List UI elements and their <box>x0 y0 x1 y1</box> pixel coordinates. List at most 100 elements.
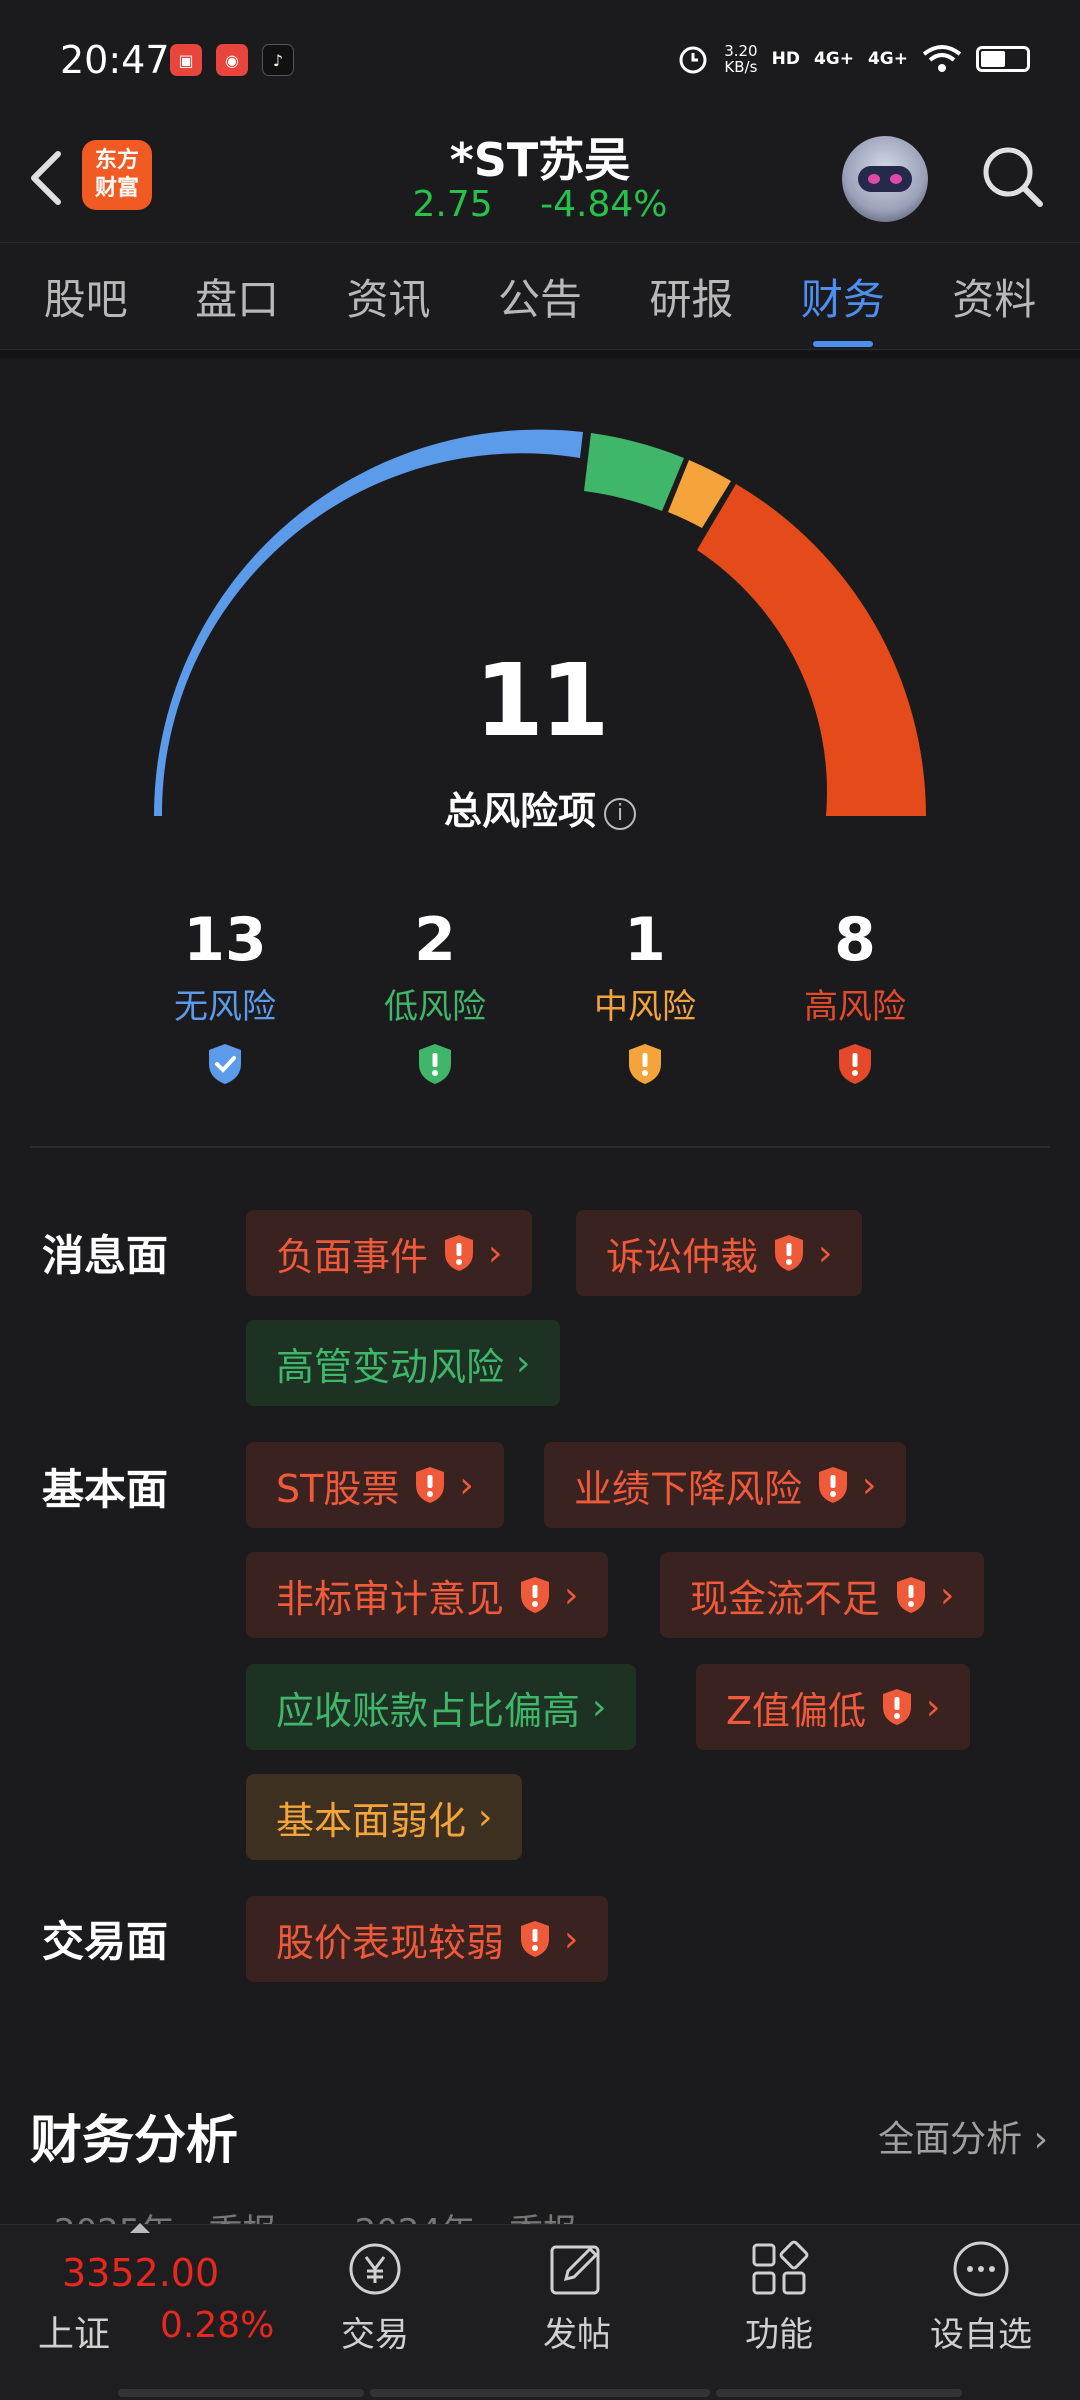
signal-icon-1: 4G+ <box>813 49 854 69</box>
tab-guba[interactable]: 股吧 <box>34 266 138 327</box>
total-risk-label: 总风险项 i <box>0 780 1080 835</box>
financial-analysis-title: 财务分析 <box>30 2111 239 2171</box>
chevron-right-icon: › <box>478 1796 493 1838</box>
category-fundamental-label: 基本面 <box>42 1465 169 1514</box>
warning-shield-icon <box>445 1235 474 1271</box>
risk-chip-litigation[interactable]: 诉讼仲裁 › <box>576 1210 863 1296</box>
nav-label: 交易 <box>341 2315 409 2355</box>
tiktok-icon: ♪ <box>262 44 294 76</box>
full-analysis-link-text: 全面分析 <box>878 2119 1023 2160</box>
stock-header: 东方 财富 *ST苏吴 2.75 -4.84% <box>0 120 1080 242</box>
music-app-icon: ◉ <box>216 44 248 76</box>
total-risk-count: 11 <box>474 642 609 759</box>
index-change[interactable]: 0.28% <box>160 2305 274 2346</box>
tab-pankou[interactable]: 盘口 <box>185 266 289 327</box>
risk-chip-receivables[interactable]: 应收账款占比偏高 › <box>246 1664 637 1750</box>
risk-chip-st-stock[interactable]: ST股票 › <box>246 1442 504 1528</box>
risk-chip-z-score[interactable]: Z值偏低 › <box>696 1664 971 1750</box>
chip-text: 非标审计意见 <box>276 1576 505 1621</box>
expand-up-icon[interactable] <box>130 2223 150 2233</box>
tab-bar: 股吧 盘口 资讯 公告 研报 财务 资料 <box>0 242 1080 350</box>
more-icon <box>953 2241 1009 2297</box>
risk-label-high: 高风险 <box>804 987 906 1027</box>
nav-add-watchlist[interactable]: 设自选 <box>906 2239 1056 2356</box>
chip-text: ST股票 <box>276 1466 400 1511</box>
trade-yen-icon <box>349 2243 401 2295</box>
risk-chip-earnings-decline[interactable]: 业绩下降风险 › <box>544 1442 907 1528</box>
warning-shield-icon <box>629 1044 661 1084</box>
section-divider <box>30 1146 1050 1148</box>
chip-text: 业绩下降风险 <box>574 1466 803 1511</box>
index-name[interactable]: 上证 <box>38 2305 110 2357</box>
net-speed-unit: KB/s <box>724 58 758 76</box>
risk-count-medium: 1 <box>624 905 666 975</box>
risk-chip-weak-price[interactable]: 股价表现较弱 › <box>246 1896 609 1982</box>
edit-icon <box>550 2245 600 2295</box>
chevron-right-icon: › <box>818 1232 833 1274</box>
full-analysis-link[interactable]: 全面分析 › <box>878 2110 1048 2162</box>
risk-count-none: 13 <box>183 905 267 975</box>
chip-text: 现金流不足 <box>690 1576 881 1621</box>
wifi-icon <box>922 45 962 72</box>
tab-announcements[interactable]: 公告 <box>488 266 592 327</box>
risk-label-none: 无风险 <box>174 987 276 1027</box>
chip-text: 应收账款占比偏高 <box>276 1688 581 1733</box>
warning-shield-icon <box>416 1467 445 1503</box>
chip-text: Z值偏低 <box>726 1688 867 1733</box>
chip-text: 高管变动风险 <box>276 1344 505 1389</box>
risk-level-medium[interactable]: 1 中风险 <box>540 905 750 1090</box>
net-speed: 3.20 KB/s <box>724 43 757 75</box>
search-icon[interactable] <box>978 142 1048 212</box>
warning-shield-icon <box>775 1235 804 1271</box>
risk-chip-negative-events[interactable]: 负面事件 › <box>246 1210 533 1296</box>
nav-trade[interactable]: 交易 <box>300 2239 450 2356</box>
risk-count-high: 8 <box>834 905 876 975</box>
chevron-right-icon: › <box>592 1686 607 1728</box>
bottom-bar: 3352.00 上证 0.28% 交易 发帖 功能 设自选 <box>0 2223 1080 2400</box>
warning-shield-icon <box>521 1577 550 1613</box>
risk-chip-cash-flow[interactable]: 现金流不足 › <box>660 1552 985 1638</box>
nav-label: 发帖 <box>543 2315 611 2355</box>
warning-shield-icon <box>819 1467 848 1503</box>
tab-profile[interactable]: 资料 <box>942 266 1046 327</box>
assistant-robot-icon[interactable] <box>842 136 928 222</box>
tab-finance[interactable]: 财务 <box>791 266 895 327</box>
risk-label-medium: 中风险 <box>594 987 696 1027</box>
info-icon[interactable]: i <box>604 797 636 830</box>
signal-icon-2: 4G+ <box>867 49 908 69</box>
chevron-right-icon: › <box>564 1574 579 1616</box>
chip-text: 基本面弱化 <box>276 1798 467 1843</box>
nav-label: 设自选 <box>930 2315 1032 2355</box>
status-indicators: 3.20 KB/s HD 4G+ 4G+ <box>676 42 1030 76</box>
warning-shield-icon <box>419 1044 451 1084</box>
chevron-right-icon: › <box>459 1464 474 1506</box>
home-indicator <box>370 2389 710 2397</box>
check-shield-icon <box>209 1044 241 1084</box>
chevron-right-icon: › <box>926 1686 941 1728</box>
warning-shield-icon <box>883 1689 912 1725</box>
nav-post[interactable]: 发帖 <box>502 2239 652 2356</box>
risk-chip-audit-opinion[interactable]: 非标审计意见 › <box>246 1552 609 1638</box>
chip-text: 股价表现较弱 <box>276 1920 505 1965</box>
risk-level-high[interactable]: 8 高风险 <box>750 905 960 1090</box>
tab-news[interactable]: 资讯 <box>337 266 441 327</box>
chevron-right-icon: › <box>564 1918 579 1960</box>
chevron-right-icon: › <box>488 1232 503 1274</box>
chevron-right-icon: › <box>862 1464 877 1506</box>
risk-level-low[interactable]: 2 低风险 <box>330 905 540 1090</box>
category-trading-label: 交易面 <box>42 1917 169 1966</box>
risk-count-low: 2 <box>414 905 456 975</box>
chevron-right-icon: › <box>940 1574 955 1616</box>
tab-research[interactable]: 研报 <box>639 266 743 327</box>
status-bar: 20:47 ▣ ◉ ♪ 3.20 KB/s HD 4G+ 4G+ <box>0 0 1080 120</box>
nav-label: 功能 <box>745 2315 813 2355</box>
gauge-segment-low <box>584 433 684 511</box>
home-indicator <box>118 2389 364 2397</box>
grid-icon <box>752 2240 809 2295</box>
risk-chip-management-change[interactable]: 高管变动风险 › <box>246 1320 561 1406</box>
status-app-icons: ▣ ◉ ♪ <box>170 44 294 76</box>
nav-functions[interactable]: 功能 <box>704 2239 854 2356</box>
risk-chip-fundamental-weakening[interactable]: 基本面弱化 › <box>246 1774 523 1860</box>
risk-level-none[interactable]: 13 无风险 <box>120 905 330 1090</box>
index-value[interactable]: 3352.00 <box>62 2251 219 2295</box>
